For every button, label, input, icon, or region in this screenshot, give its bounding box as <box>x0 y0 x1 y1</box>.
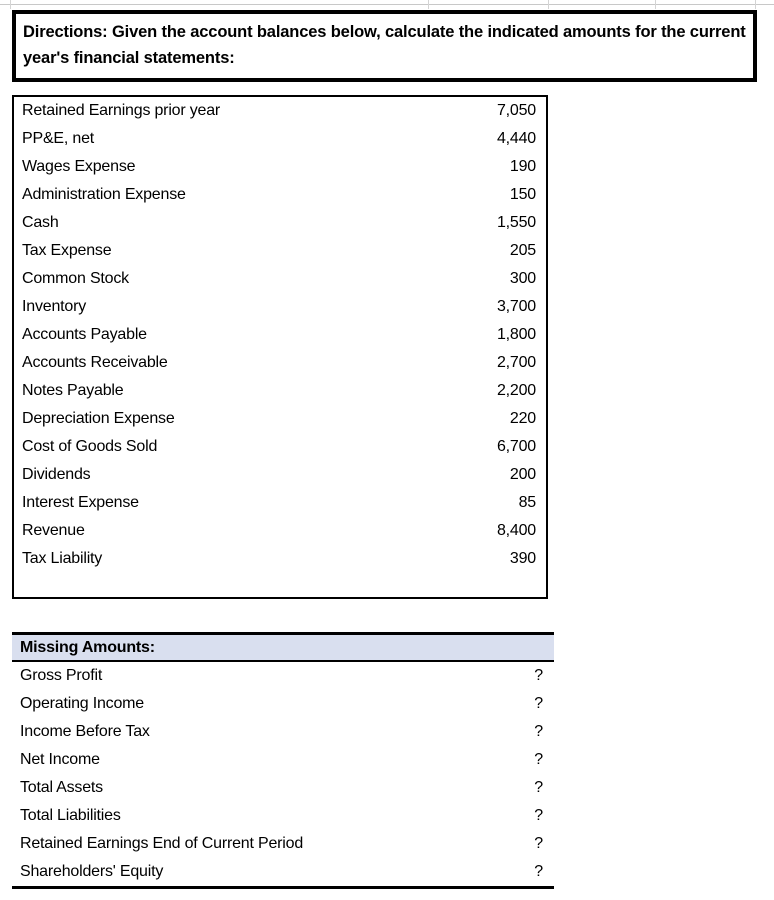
account-row-label: Tax Expense <box>22 242 112 259</box>
account-row-value: 205 <box>509 242 536 259</box>
directions-box: Directions: Given the account balances b… <box>12 10 757 82</box>
account-row-label: Accounts Receivable <box>22 354 168 371</box>
gridline-horizontal <box>0 4 774 5</box>
account-row: Wages Expense 190 <box>14 153 546 181</box>
missing-amount-row-value: ? <box>534 667 543 684</box>
missing-amount-row: Total Liabilities? <box>12 802 554 830</box>
missing-amount-row-label: Operating Income <box>20 695 144 712</box>
missing-amount-row-label: Shareholders' Equity <box>20 863 164 880</box>
account-row-label: Administration Expense <box>22 186 186 203</box>
account-row-label: Depreciation Expense <box>22 410 175 427</box>
account-row-value: 150 <box>509 186 536 203</box>
missing-amount-row-value: ? <box>534 723 543 740</box>
account-row: Accounts Receivable 2,700 <box>14 349 546 377</box>
missing-amount-row: Total Assets? <box>12 774 554 802</box>
account-row-label: Wages Expense <box>22 158 136 175</box>
account-row-label: Cash <box>22 214 59 231</box>
account-row-value: 2,700 <box>496 354 536 371</box>
account-row: Interest Expense 85 <box>14 489 546 517</box>
account-row-value: 1,550 <box>496 214 536 231</box>
account-row-label: Interest Expense <box>22 494 139 511</box>
missing-amount-row-value: ? <box>534 863 543 880</box>
missing-amount-row-label: Gross Profit <box>20 667 103 684</box>
account-row: Retained Earnings prior year 7,050 <box>14 97 546 125</box>
account-row-value: 190 <box>509 158 536 175</box>
gridline-vertical <box>755 0 756 9</box>
account-row-value: 8,400 <box>496 522 536 539</box>
account-row: Tax Liability 390 <box>14 545 546 573</box>
spreadsheet-gridlines <box>0 0 774 10</box>
account-row-value: 6,700 <box>496 438 536 455</box>
missing-amount-row-value: ? <box>534 695 543 712</box>
missing-amount-row-label: Income Before Tax <box>20 723 150 740</box>
account-row: Common Stock 300 <box>14 265 546 293</box>
account-row: Revenue 8,400 <box>14 517 546 545</box>
account-row: Cost of Goods Sold 6,700 <box>14 433 546 461</box>
account-row-value: 2,200 <box>496 382 536 399</box>
account-row-label: Common Stock <box>22 270 129 287</box>
gridline-vertical <box>428 0 429 9</box>
missing-amounts-table: Missing Amounts: Gross Profit? Operating … <box>12 632 554 889</box>
account-row: Tax Expense 205 <box>14 237 546 265</box>
missing-amount-row: Retained Earnings End of Current Period? <box>12 830 554 858</box>
missing-amounts-header-label: Missing Amounts: <box>20 638 155 656</box>
account-row-label: PP&E, net <box>22 130 95 147</box>
directions-text: Directions: Given the account balances b… <box>23 23 751 67</box>
missing-amount-row: Net Income? <box>12 746 554 774</box>
account-row: Notes Payable 2,200 <box>14 377 546 405</box>
missing-amount-row: Operating Income? <box>12 690 554 718</box>
account-row-label: Tax Liability <box>22 550 103 567</box>
account-row: PP&E, net 4,440 <box>14 125 546 153</box>
account-row-value: 4,440 <box>496 130 536 147</box>
missing-amounts-header: Missing Amounts: <box>12 632 554 662</box>
account-row: Cash 1,550 <box>14 209 546 237</box>
account-row-value: 3,700 <box>496 298 536 315</box>
account-row: Administration Expense 150 <box>14 181 546 209</box>
account-row-value: 220 <box>509 410 536 427</box>
missing-amount-row-value: ? <box>534 751 543 768</box>
account-table-blank-row <box>14 573 546 597</box>
missing-amount-row: Income Before Tax? <box>12 718 554 746</box>
missing-amount-row-value: ? <box>534 835 543 852</box>
account-row-label: Accounts Payable <box>22 326 147 343</box>
gridline-vertical <box>655 0 656 9</box>
account-row-value: 85 <box>518 494 537 511</box>
gridline-vertical <box>548 0 549 9</box>
account-row-value: 200 <box>509 466 536 483</box>
missing-amount-row: Shareholders' Equity? <box>12 858 554 886</box>
missing-amount-row-value: ? <box>534 779 543 796</box>
account-row: Dividends 200 <box>14 461 546 489</box>
account-row-label: Inventory <box>22 298 87 315</box>
account-row-value: 1,800 <box>496 326 536 343</box>
account-row: Accounts Payable 1,800 <box>14 321 546 349</box>
account-row-label: Notes Payable <box>22 382 124 399</box>
account-row-label: Cost of Goods Sold <box>22 438 158 455</box>
account-row-label: Retained Earnings prior year <box>22 102 221 119</box>
missing-amount-row: Gross Profit? <box>12 662 554 690</box>
account-row-label: Dividends <box>22 466 91 483</box>
missing-amount-row-label: Total Assets <box>20 779 103 796</box>
missing-amount-row-value: ? <box>534 807 543 824</box>
account-row-label: Revenue <box>22 522 85 539</box>
missing-amounts-rows: Gross Profit? Operating Income? Income Bef… <box>12 662 554 889</box>
account-row: Inventory 3,700 <box>14 293 546 321</box>
account-row-value: 7,050 <box>496 102 536 119</box>
account-row: Depreciation Expense 220 <box>14 405 546 433</box>
missing-amount-row-label: Net Income <box>20 751 100 768</box>
account-row-value: 390 <box>509 550 536 567</box>
gridline-vertical <box>10 0 11 9</box>
missing-amount-row-label: Total Liabilities <box>20 807 121 824</box>
account-row-value: 300 <box>509 270 536 287</box>
missing-amount-row-label: Retained Earnings End of Current Period <box>20 835 304 852</box>
account-balances-table: Retained Earnings prior year 7,050 PP&E, n… <box>12 95 548 599</box>
